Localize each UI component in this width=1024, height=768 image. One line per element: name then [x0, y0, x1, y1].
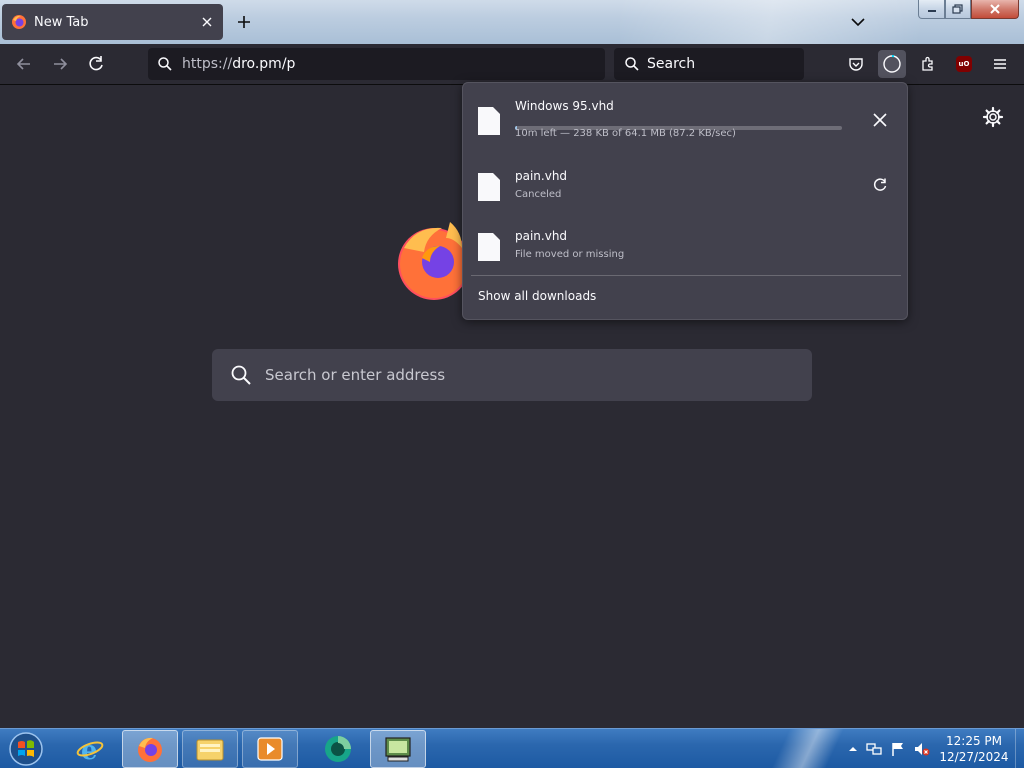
search-icon — [625, 57, 639, 71]
show-desktop-button[interactable] — [1015, 729, 1024, 768]
media-player-icon — [257, 737, 283, 761]
app-menu-button[interactable] — [986, 50, 1014, 78]
download-filename: Windows 95.vhd — [515, 99, 614, 113]
firefox-icon — [138, 737, 162, 762]
tab-title: New Tab — [34, 14, 89, 30]
taskbar-firefox[interactable] — [122, 730, 178, 768]
close-tab-icon[interactable] — [199, 14, 215, 30]
restore-icon — [952, 4, 963, 14]
title-bar-sheen — [620, 0, 920, 44]
divider — [471, 275, 901, 276]
svg-text:e: e — [81, 736, 98, 764]
title-bar: New Tab — [0, 0, 1024, 44]
file-icon — [478, 233, 500, 261]
url-host-path: dro.pm/p — [232, 56, 296, 72]
chevron-down-icon[interactable] — [848, 12, 868, 32]
taskbar-media-player[interactable] — [242, 730, 298, 768]
volume-muted-icon[interactable] — [914, 741, 930, 757]
close-icon — [873, 113, 887, 127]
show-all-downloads-button[interactable]: Show all downloads — [478, 289, 596, 303]
gear-icon[interactable] — [982, 106, 1004, 128]
search-icon — [231, 365, 251, 385]
taskbar-internet-explorer[interactable]: e — [62, 730, 118, 768]
windows-start-icon[interactable] — [6, 730, 46, 768]
download-progress-icon — [883, 55, 901, 73]
download-item[interactable]: Windows 95.vhd 10m left — 238 KB of 64.1… — [463, 91, 909, 151]
download-filename: pain.vhd — [515, 169, 568, 183]
system-clock[interactable]: 12:25 PM 12/27/2024 — [934, 733, 1014, 765]
download-item[interactable]: pain.vhd Canceled — [463, 155, 909, 215]
taskbar-control-panel[interactable] — [370, 730, 426, 768]
taskbar: e 12:25 PM 12/27/2024 — [0, 728, 1024, 768]
search-icon — [158, 57, 172, 71]
new-tab-plus-icon[interactable] — [234, 12, 254, 32]
retry-download-button[interactable] — [869, 174, 891, 196]
green-app-icon — [325, 736, 351, 762]
url-scheme: https:// — [182, 56, 233, 72]
downloads-button[interactable] — [878, 50, 906, 78]
taskbar-file-explorer[interactable] — [182, 730, 238, 768]
download-item[interactable]: pain.vhd File moved or missing — [463, 215, 909, 275]
computer-app-icon — [385, 737, 411, 762]
download-status: 10m left — 238 KB of 64.1 MB (87.2 KB/se… — [515, 128, 736, 139]
newtab-search-placeholder: Search or enter address — [265, 366, 446, 384]
download-filename: pain.vhd — [515, 229, 568, 243]
extensions-button[interactable] — [914, 50, 942, 78]
close-icon — [990, 4, 1000, 14]
cancel-download-button[interactable] — [869, 109, 891, 131]
minimize-button[interactable] — [918, 0, 945, 19]
ublock-origin-icon: uO — [956, 56, 972, 72]
download-status: File moved or missing — [515, 249, 625, 260]
retry-icon — [873, 178, 887, 191]
clock-date: 12/27/2024 — [939, 750, 1009, 764]
search-placeholder: Search — [647, 56, 696, 72]
back-arrow-icon[interactable] — [14, 54, 34, 74]
forward-arrow-icon[interactable] — [50, 54, 70, 74]
url-bar[interactable]: https://dro.pm/p — [148, 48, 605, 80]
ublock-button[interactable]: uO — [950, 50, 978, 78]
taskbar-green-app[interactable] — [310, 730, 366, 768]
puzzle-icon — [922, 56, 933, 71]
newtab-search-box[interactable]: Search or enter address — [212, 349, 812, 401]
file-icon — [478, 173, 500, 201]
taskbar-sheen — [770, 729, 850, 768]
action-center-flag-icon[interactable] — [890, 741, 906, 757]
maximize-button[interactable] — [945, 0, 971, 19]
folder-icon — [196, 739, 224, 761]
close-window-button[interactable] — [971, 0, 1019, 19]
network-icon[interactable] — [866, 741, 882, 757]
minimize-icon — [927, 10, 936, 12]
url-text: https://dro.pm/p — [182, 56, 295, 72]
clock-time: 12:25 PM — [946, 734, 1002, 748]
pocket-icon — [849, 58, 863, 71]
internet-explorer-icon: e — [76, 736, 104, 764]
hamburger-menu-icon — [994, 59, 1006, 69]
show-hidden-icons-icon[interactable] — [845, 741, 861, 757]
navigation-toolbar: https://dro.pm/p Search uO — [0, 44, 1024, 85]
download-status: Canceled — [515, 189, 562, 200]
firefox-icon — [12, 15, 26, 29]
downloads-panel: Windows 95.vhd 10m left — 238 KB of 64.1… — [462, 82, 908, 320]
tab-new-tab[interactable]: New Tab — [2, 4, 223, 40]
search-bar[interactable]: Search — [614, 48, 804, 80]
file-icon — [478, 107, 500, 135]
pocket-button[interactable] — [842, 50, 870, 78]
reload-icon[interactable] — [86, 54, 106, 74]
